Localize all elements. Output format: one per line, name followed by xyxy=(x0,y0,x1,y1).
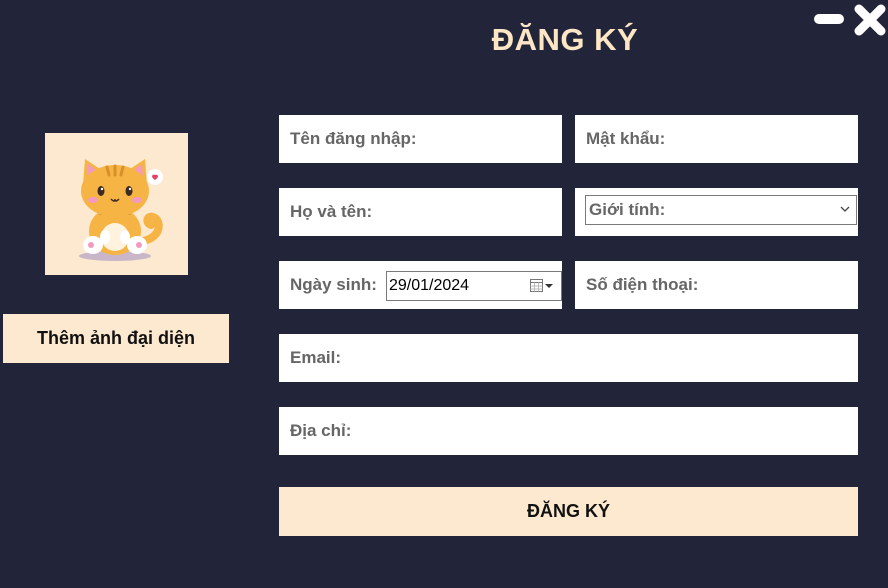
register-button[interactable]: ĐĂNG KÝ xyxy=(279,487,858,536)
password-field[interactable]: Mật khẩu: xyxy=(575,115,858,163)
username-label: Tên đăng nhập: xyxy=(290,129,417,148)
page-title: ĐĂNG KÝ xyxy=(491,22,639,57)
phone-label: Số điện thoại: xyxy=(586,275,699,294)
minimize-button[interactable] xyxy=(814,12,844,26)
email-field[interactable]: Email: xyxy=(279,334,858,382)
fullname-field[interactable]: Họ và tên: xyxy=(279,188,562,236)
avatar xyxy=(45,133,188,275)
address-field[interactable]: Địa chỉ: xyxy=(279,407,858,455)
address-label: Địa chỉ: xyxy=(290,421,352,440)
calendar-dropdown-icon xyxy=(530,279,553,292)
dob-label: Ngày sinh: xyxy=(290,275,377,294)
dob-value: 29/01/2024 xyxy=(389,277,470,294)
gender-field: Giới tính: xyxy=(575,188,858,236)
email-label: Email: xyxy=(290,348,342,367)
dob-date-picker[interactable]: 29/01/2024 xyxy=(386,271,562,301)
password-label: Mật khẩu: xyxy=(586,129,666,148)
close-button[interactable] xyxy=(852,2,888,38)
dob-field: Ngày sinh: 29/01/2024 xyxy=(279,261,562,309)
gender-select[interactable]: Giới tính: xyxy=(585,195,857,225)
cat-avatar-image xyxy=(79,159,163,261)
chevron-down-icon xyxy=(840,206,850,212)
phone-field[interactable]: Số điện thoại: xyxy=(575,261,858,309)
fullname-label: Họ và tên: xyxy=(290,202,373,221)
add-avatar-button[interactable]: Thêm ảnh đại diện xyxy=(3,314,229,363)
close-icon xyxy=(854,4,886,36)
gender-label: Giới tính: xyxy=(589,200,666,219)
username-field[interactable]: Tên đăng nhập: xyxy=(279,115,562,163)
minimize-icon xyxy=(814,14,844,24)
